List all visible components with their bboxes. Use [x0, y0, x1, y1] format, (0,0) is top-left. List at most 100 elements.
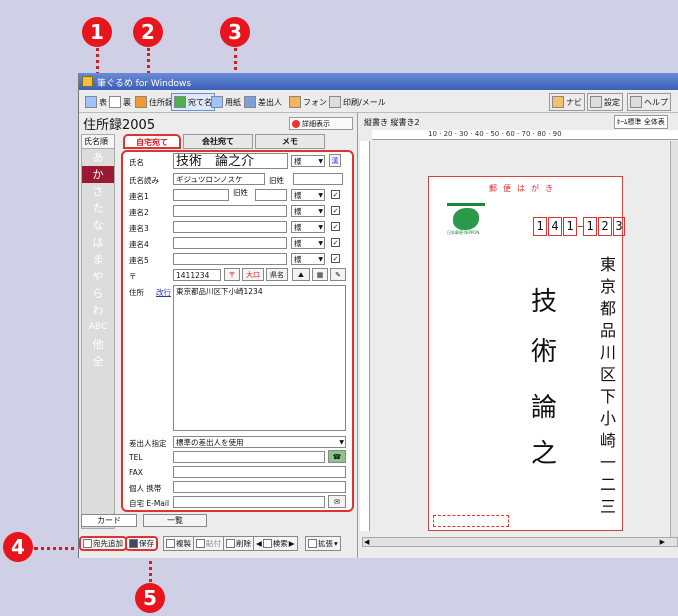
postal-lookup-button[interactable]: 〒	[224, 268, 240, 281]
settings-button[interactable]: 設定	[587, 93, 623, 111]
address-field[interactable]: 東京都品川区下小崎1234	[173, 285, 346, 431]
joint-name-3-honorific[interactable]: 様	[291, 221, 325, 233]
kana-ra[interactable]: ら	[82, 285, 114, 302]
address-label: 住所	[129, 288, 144, 297]
address-newline-label[interactable]: 改行	[156, 287, 171, 298]
duplicate-button[interactable]: 複製	[163, 536, 194, 551]
kana-wa[interactable]: わ	[82, 302, 114, 319]
zip-digit-2: 4	[548, 217, 562, 236]
prefecture-button[interactable]: 県名	[266, 268, 288, 281]
joint-name-2-honorific[interactable]: 様	[291, 205, 325, 217]
name-field[interactable]: 技術 論之介	[173, 153, 288, 169]
kana-abc[interactable]: ABC	[82, 319, 114, 336]
grid-icon: ▦	[316, 271, 324, 279]
kana-ya[interactable]: や	[82, 268, 114, 285]
preview-mode-labels[interactable]: 縦書き 縦書き2	[364, 117, 420, 128]
joint-name-4-field[interactable]	[173, 237, 287, 249]
joint-name-4-honorific[interactable]: 様	[291, 237, 325, 249]
joint-name-1-old-field[interactable]	[255, 189, 287, 201]
sort-dropdown[interactable]: 氏名順	[82, 135, 114, 149]
tel-field[interactable]	[173, 451, 325, 463]
reading-field[interactable]: ギジュツロンノスケ	[173, 173, 265, 185]
mail-button[interactable]: ✉	[328, 495, 346, 508]
paper-button[interactable]: 用紙	[209, 93, 243, 111]
joint-name-5-honorific[interactable]: 様	[291, 253, 325, 265]
preview-vertical-scrollbar[interactable]	[670, 141, 678, 541]
help-button[interactable]: ヘルプ	[627, 93, 671, 111]
kana-a[interactable]: あ	[82, 149, 114, 166]
address-book-button[interactable]: 住所録	[133, 93, 175, 111]
preview-horizontal-scrollbar[interactable]: ◀ ▶	[362, 537, 678, 547]
paste-button[interactable]: 貼付	[193, 536, 224, 551]
edit-button[interactable]: ✎	[330, 268, 346, 281]
tab-card-view[interactable]: カード	[81, 514, 137, 527]
search-button[interactable]: ◀ 検索 ▶	[253, 536, 298, 551]
joint-name-3-field[interactable]	[173, 221, 287, 233]
old-surname-label: 旧姓	[269, 176, 284, 185]
joint-name-2-checkbox[interactable]: ✓	[331, 206, 340, 215]
tab-list-view[interactable]: 一覧	[143, 514, 207, 527]
old-name-label: 旧姓	[233, 188, 248, 197]
map-button[interactable]: ⛰	[292, 268, 310, 281]
sender-icon	[244, 96, 256, 108]
preview-top-right-controls[interactable]: ﾎｰﾑ標準 全体表	[614, 115, 668, 129]
navi-button[interactable]: ナビ	[549, 93, 585, 111]
tab-memo[interactable]: メモ	[255, 134, 325, 149]
email-field[interactable]	[173, 496, 325, 508]
back-button[interactable]: 裏	[107, 93, 133, 111]
address-char-10: 一	[599, 453, 616, 472]
joint-name-1-checkbox[interactable]: ✓	[331, 190, 340, 199]
book-icon	[135, 96, 147, 108]
scroll-right-icon[interactable]: ▶	[660, 538, 665, 546]
pencil-icon: ✎	[335, 271, 341, 279]
joint-name-3-checkbox[interactable]: ✓	[331, 222, 340, 231]
kana-ta[interactable]: た	[82, 200, 114, 217]
mobile-field[interactable]	[173, 481, 346, 493]
tab-home-address[interactable]: 自宅宛て	[123, 134, 181, 149]
kana-na[interactable]: な	[82, 217, 114, 234]
kana-all[interactable]: 全	[82, 353, 114, 370]
address-char-1: 東	[599, 255, 616, 274]
joint-name-5-checkbox[interactable]: ✓	[331, 254, 340, 263]
prev-arrow-icon: ◀	[256, 539, 262, 548]
honorific-select[interactable]: 様	[291, 155, 325, 167]
phone-button[interactable]: ☎	[328, 450, 346, 463]
postal-code-field[interactable]: 1411234	[173, 269, 221, 281]
joint-name-2-field[interactable]	[173, 205, 287, 217]
detail-view-button[interactable]: 詳細表示	[289, 117, 353, 130]
joint-name-4-checkbox[interactable]: ✓	[331, 238, 340, 247]
joint-name-5-field[interactable]	[173, 253, 287, 265]
mail-icon: ✉	[334, 498, 340, 506]
scroll-left-icon[interactable]: ◀	[364, 538, 369, 546]
callout-2: 2	[133, 17, 163, 47]
sender-button[interactable]: 差出人	[242, 93, 284, 111]
joint-name-1-honorific[interactable]: 様	[291, 189, 325, 201]
delete-button[interactable]: 削除	[223, 536, 254, 551]
extend-button[interactable]: 拡張 ▾	[305, 536, 341, 551]
joint-name-1-field[interactable]	[173, 189, 229, 201]
callout-1-leader	[96, 48, 99, 75]
office-postal-button[interactable]: 大口	[242, 268, 264, 281]
fax-field[interactable]	[173, 466, 346, 478]
kana-ma[interactable]: ま	[82, 251, 114, 268]
print-mail-button[interactable]: 印刷/メール	[327, 93, 388, 111]
kana-other[interactable]: 他	[82, 336, 114, 353]
old-surname-field[interactable]	[293, 173, 343, 185]
calendar-button[interactable]: ▦	[312, 268, 328, 281]
kana-ha[interactable]: は	[82, 234, 114, 251]
zip-digit-6: 3	[613, 217, 625, 236]
save-button[interactable]: 保存	[125, 536, 158, 551]
zip-digit-1: 1	[533, 217, 547, 236]
honorific-option-button[interactable]: 漢	[329, 154, 341, 167]
add-addressee-button[interactable]: 宛先追加	[79, 536, 127, 551]
kana-sa[interactable]: さ	[82, 183, 114, 200]
sender-select[interactable]: 標準の差出人を使用	[173, 436, 346, 448]
callout-3: 3	[220, 17, 250, 47]
search-icon	[262, 539, 272, 548]
stamp-dog-icon	[453, 208, 479, 230]
front-button[interactable]: 表	[83, 93, 109, 111]
tab-work-address[interactable]: 会社宛て	[183, 134, 253, 149]
kana-ka[interactable]: か	[82, 166, 114, 183]
add-page-icon	[83, 539, 92, 548]
address-book-title: 住所録2005	[83, 118, 156, 133]
